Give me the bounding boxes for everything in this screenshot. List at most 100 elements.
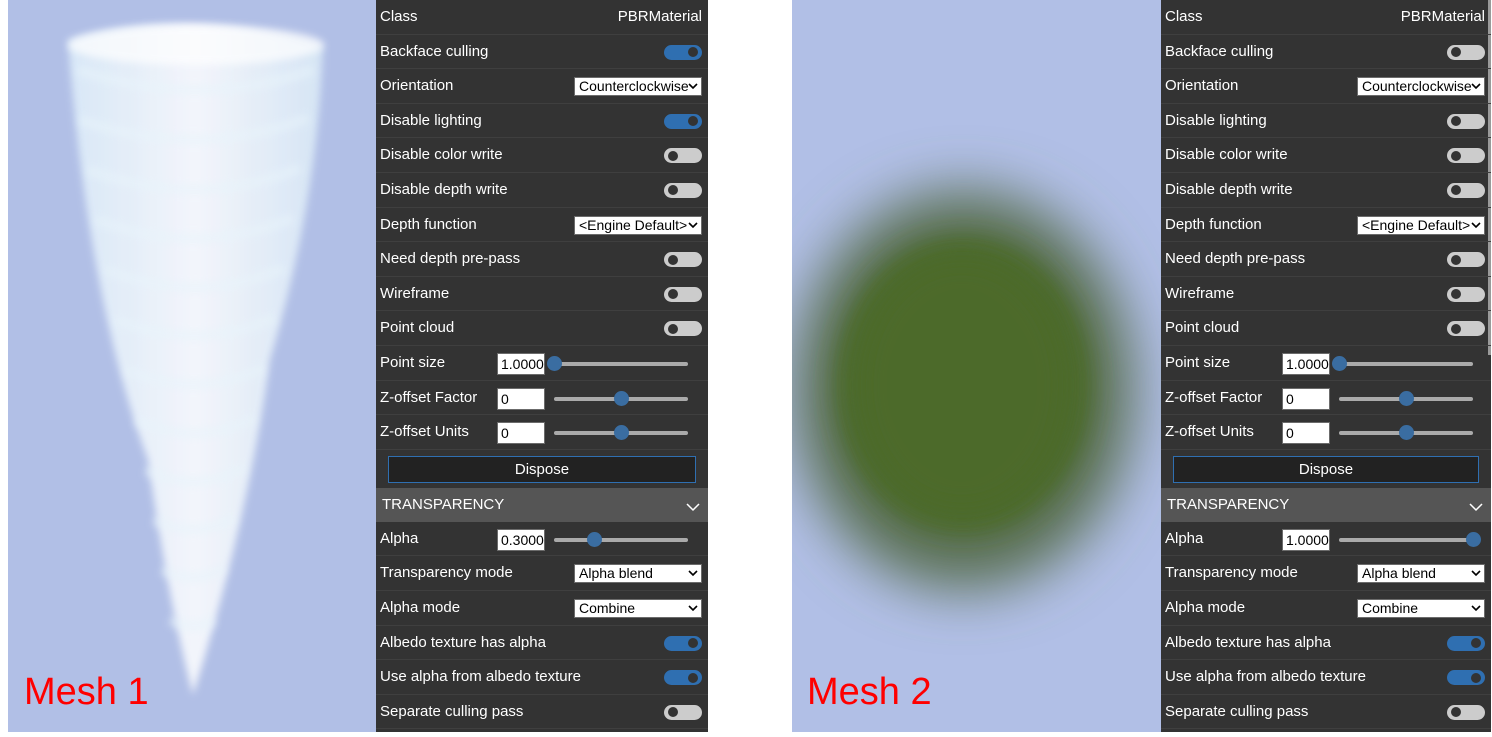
dispose-button[interactable]: Dispose [388, 455, 696, 483]
property-row-disable-lighting: Disable lighting [376, 104, 708, 139]
viewport-mesh-1[interactable]: Mesh 1 [8, 0, 377, 732]
depth-function-select[interactable]: <Engine Default> [574, 215, 702, 235]
disable-depth-write-toggle[interactable] [1447, 182, 1485, 198]
toggle-knob [668, 185, 678, 196]
dispose-button[interactable]: Dispose [1173, 455, 1479, 483]
chevron-down-icon [688, 217, 698, 234]
wireframe-toggle[interactable] [1447, 286, 1485, 302]
alpha-label: Alpha [380, 529, 419, 547]
z-offset-units-label: Z-offset Units [380, 423, 469, 441]
z-offset-units-input[interactable]: 0 [1282, 422, 1330, 445]
disable-depth-write-label: Disable depth write [1165, 180, 1293, 198]
alpha-input[interactable]: 0.3000 [497, 528, 545, 551]
property-row-backface-culling: Backface culling [376, 35, 708, 70]
z-offset-units-label: Z-offset Units [1165, 423, 1254, 441]
backface-culling-toggle[interactable] [664, 44, 702, 60]
toggle-knob [688, 672, 698, 683]
backface-culling-label: Backface culling [380, 42, 489, 60]
use-alpha-from-albedo-texture-toggle[interactable] [1447, 670, 1485, 686]
alpha-slider-thumb[interactable] [1466, 531, 1481, 547]
z-offset-units-slider-thumb[interactable] [614, 425, 629, 441]
point-size-slider[interactable] [1332, 355, 1473, 371]
property-row-separate-culling-pass: Separate culling pass [1161, 695, 1491, 730]
chevron-down-icon [688, 565, 698, 582]
point-size-input[interactable]: 1.0000 [497, 352, 545, 375]
chevron-down-icon [688, 78, 698, 95]
alpha-slider[interactable] [554, 531, 688, 547]
point-size-slider[interactable] [547, 355, 688, 371]
z-offset-units-slider[interactable] [554, 425, 688, 441]
disable-depth-write-toggle[interactable] [664, 182, 702, 198]
wireframe-label: Wireframe [1165, 284, 1235, 302]
mesh-1-label: Mesh 1 [24, 671, 149, 713]
need-depth-pre-pass-toggle[interactable] [1447, 252, 1485, 268]
disable-lighting-toggle[interactable] [1447, 113, 1485, 129]
toggle-knob [1471, 672, 1481, 683]
albedo-texture-has-alpha-toggle[interactable] [1447, 635, 1485, 651]
section-header-transparency[interactable]: TRANSPARENCY [376, 487, 708, 522]
disable-lighting-label: Disable lighting [380, 111, 482, 129]
alpha-slider-thumb[interactable] [587, 531, 603, 547]
z-offset-factor-slider[interactable] [554, 390, 688, 406]
toggle-knob [1451, 289, 1461, 300]
z-offset-factor-input[interactable]: 0 [1282, 387, 1330, 410]
alpha-input[interactable]: 1.0000 [1282, 528, 1330, 551]
alpha-mode-label: Alpha mode [1165, 598, 1246, 616]
toggle-knob [1451, 150, 1461, 161]
z-offset-units-slider[interactable] [1339, 425, 1473, 441]
backface-culling-label: Backface culling [1165, 42, 1274, 60]
backface-culling-toggle[interactable] [1447, 44, 1485, 60]
z-offset-units-input[interactable]: 0 [497, 422, 545, 445]
z-offset-factor-slider-thumb[interactable] [1399, 390, 1414, 406]
z-offset-factor-slider[interactable] [1339, 390, 1473, 406]
property-row-orientation: Orientation Counterclockwise [1161, 69, 1491, 104]
property-row-disable-color-write: Disable color write [1161, 138, 1491, 173]
point-size-slider-thumb[interactable] [547, 355, 562, 371]
z-offset-factor-input[interactable]: 0 [497, 387, 545, 410]
orientation-select[interactable]: Counterclockwise [1357, 77, 1485, 97]
depth-function-label: Depth function [380, 215, 477, 233]
class-label: Class [380, 8, 418, 25]
alpha-mode-select[interactable]: Combine [1357, 598, 1485, 618]
section-header-transparency[interactable]: TRANSPARENCY [1161, 487, 1491, 522]
alpha-label: Alpha [1165, 529, 1204, 547]
alpha-slider[interactable] [1339, 531, 1481, 547]
z-offset-units-slider-thumb[interactable] [1399, 425, 1414, 441]
orientation-select[interactable]: Counterclockwise [574, 77, 702, 97]
property-row-orientation: Orientation Counterclockwise [376, 69, 708, 104]
transparency-mode-select[interactable]: Alpha blend [1357, 564, 1485, 584]
point-size-label: Point size [1165, 353, 1231, 371]
separate-culling-pass-toggle[interactable] [664, 704, 702, 720]
property-row-point-cloud: Point cloud [376, 311, 708, 346]
use-alpha-from-albedo-texture-label: Use alpha from albedo texture [1165, 668, 1366, 686]
toggle-knob [668, 254, 678, 265]
disable-lighting-toggle[interactable] [664, 113, 702, 129]
depth-function-select[interactable]: <Engine Default> [1357, 215, 1485, 235]
point-cloud-toggle[interactable] [664, 321, 702, 337]
property-row-wireframe: Wireframe [1161, 277, 1491, 312]
need-depth-pre-pass-toggle[interactable] [664, 252, 702, 268]
wireframe-label: Wireframe [380, 284, 450, 302]
point-size-label: Point size [380, 353, 446, 371]
disable-color-write-toggle[interactable] [664, 148, 702, 164]
property-row-alpha-mode: Alpha mode Combine [1161, 591, 1491, 626]
alpha-mode-select[interactable]: Combine [574, 598, 702, 618]
chevron-down-icon [688, 600, 698, 617]
use-alpha-from-albedo-texture-toggle[interactable] [664, 670, 702, 686]
property-row-alpha: Alpha 0.3000 [376, 522, 708, 557]
toggle-knob [688, 47, 698, 58]
disable-color-write-toggle[interactable] [1447, 148, 1485, 164]
point-size-input[interactable]: 1.0000 [1282, 352, 1330, 375]
point-size-slider-thumb[interactable] [1332, 355, 1347, 371]
transparency-mode-select[interactable]: Alpha blend [574, 564, 702, 584]
albedo-texture-has-alpha-toggle[interactable] [664, 635, 702, 651]
disable-color-write-label: Disable color write [380, 146, 503, 164]
wireframe-toggle[interactable] [664, 286, 702, 302]
point-cloud-toggle[interactable] [1447, 321, 1485, 337]
viewport-mesh-2[interactable]: Mesh 2 [792, 0, 1162, 732]
separate-culling-pass-toggle[interactable] [1447, 704, 1485, 720]
property-row-z-offset-factor: Z-offset Factor 0 [376, 381, 708, 416]
orientation-label: Orientation [380, 77, 454, 95]
property-row-class: Class PBRMaterial [376, 0, 708, 35]
z-offset-factor-slider-thumb[interactable] [614, 390, 629, 406]
